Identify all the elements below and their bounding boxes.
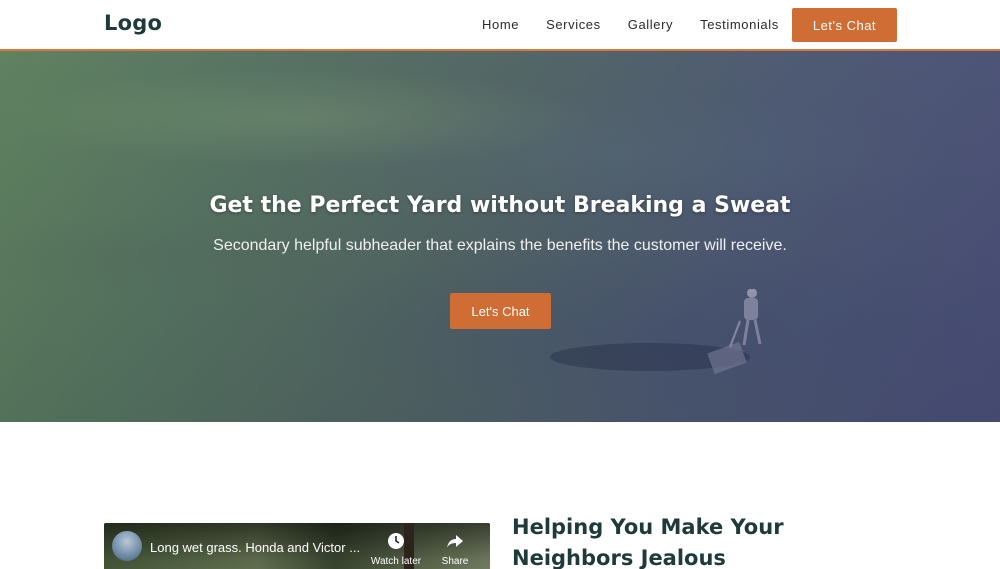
share-button[interactable]: Share bbox=[425, 531, 485, 569]
nav-link-services[interactable]: Services bbox=[546, 17, 601, 33]
video-embed[interactable]: Long wet grass. Honda and Victor ... Wat… bbox=[104, 523, 490, 569]
nav-link-gallery[interactable]: Gallery bbox=[628, 17, 673, 33]
header-chat-button[interactable]: Let's Chat bbox=[792, 8, 897, 42]
main-nav: Home Services Gallery Testimonials bbox=[482, 17, 806, 33]
lawn-mower-figure bbox=[550, 289, 762, 375]
section-title: Helping You Make Your Neighbors Jealous bbox=[512, 515, 784, 569]
nav-link-home[interactable]: Home bbox=[482, 17, 519, 33]
hero-title: Get the Perfect Yard without Breaking a … bbox=[209, 193, 791, 218]
clock-icon bbox=[388, 533, 404, 549]
watch-later-button[interactable]: Watch later bbox=[366, 531, 426, 569]
logo[interactable]: Logo bbox=[104, 11, 162, 35]
share-label: Share bbox=[441, 556, 469, 567]
channel-avatar[interactable] bbox=[112, 531, 142, 561]
hero-subtitle: Secondary helpful subheader that explain… bbox=[213, 237, 787, 254]
site-header: Logo Home Services Gallery Testimonials … bbox=[0, 0, 1000, 51]
hero-chat-button[interactable]: Let's Chat bbox=[450, 293, 551, 329]
video-title[interactable]: Long wet grass. Honda and Victor ... bbox=[150, 540, 370, 555]
share-icon bbox=[447, 535, 463, 548]
hero-section: Get the Perfect Yard without Breaking a … bbox=[0, 51, 1000, 422]
nav-link-testimonials[interactable]: Testimonials bbox=[700, 17, 779, 33]
watch-later-label: Watch later bbox=[370, 556, 422, 567]
